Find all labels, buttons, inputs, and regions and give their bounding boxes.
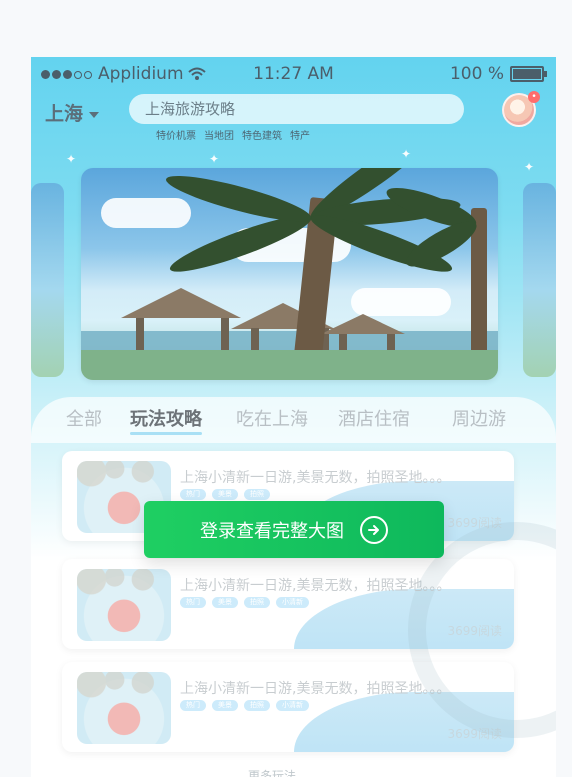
pavilion-roof [121, 288, 241, 318]
tab-nearby[interactable]: 周边游 [452, 405, 506, 431]
article-tag[interactable]: 热门 [180, 597, 206, 608]
status-right: 100 % [449, 64, 547, 84]
article-tag[interactable]: 拍照 [244, 489, 270, 500]
article-title: 上海小清新一日游,美景无数，拍照圣地。。。 [180, 681, 451, 697]
article-tag[interactable]: 小清新 [276, 597, 309, 608]
article-tag[interactable]: 美景 [212, 700, 238, 711]
login-button-label: 登录查看完整大图 [200, 520, 344, 542]
battery-percent: 100 % [449, 64, 504, 84]
article-title: 上海小清新一日游,美景无数，拍照圣地。。。 [180, 578, 451, 594]
avatar-icon[interactable]: • [502, 91, 540, 127]
cloud [101, 198, 191, 228]
more-link[interactable]: 更多玩法 [248, 767, 296, 777]
hero-banner[interactable] [81, 168, 498, 380]
tag-specialty[interactable]: 特产 [290, 127, 310, 142]
tag-architecture[interactable]: 特色建筑 [242, 127, 282, 142]
article-tag[interactable]: 美景 [212, 489, 238, 500]
banner-right-preview[interactable] [523, 183, 556, 377]
cloud [351, 288, 451, 316]
city-label: 上海 [45, 103, 84, 125]
sparkle-icon: ✦ [209, 152, 220, 166]
sparkle-icon: ✦ [524, 160, 535, 174]
tag-flight[interactable]: 特价机票 [156, 127, 196, 142]
tag-local-tour[interactable]: 当地团 [204, 127, 234, 142]
city-selector[interactable]: 上海 [45, 99, 100, 126]
sparkle-icon: ✦ [401, 147, 412, 161]
banner-left-preview[interactable] [31, 183, 64, 377]
notification-badge: • [528, 91, 540, 103]
tab-hotels[interactable]: 酒店住宿 [338, 405, 410, 431]
article-title: 上海小清新一日游,美景无数，拍照圣地。。。 [180, 470, 451, 486]
arrow-right-circle-icon [360, 515, 388, 544]
article-tags: 热门 美景 拍照 [180, 489, 380, 500]
tab-food[interactable]: 吃在上海 [236, 405, 308, 431]
article-thumbnail [77, 672, 171, 744]
login-view-full-button[interactable]: 登录查看完整大图 [144, 501, 444, 558]
article-tag[interactable]: 拍照 [244, 597, 270, 608]
sparkle-icon: ✦ [66, 152, 77, 166]
article-tags: 热门 美景 拍照 小清新 [180, 597, 380, 608]
dropdown-caret-icon [89, 111, 100, 118]
tab-guides[interactable]: 玩法攻略 [130, 405, 202, 435]
quick-tags: 特价机票 当地团 特色建筑 特产 [156, 127, 310, 142]
battery-icon [510, 66, 547, 82]
phone-screen: Applidium 11:27 AM 100 % 上海 上海旅游攻略 • 特价机… [31, 57, 556, 777]
pavilion-roof [321, 314, 405, 334]
article-tag[interactable]: 拍照 [244, 700, 270, 711]
article-tag[interactable]: 热门 [180, 700, 206, 711]
search-input[interactable]: 上海旅游攻略 [129, 94, 464, 124]
article-tag[interactable]: 小清新 [276, 700, 309, 711]
tab-all[interactable]: 全部 [66, 405, 102, 431]
article-tag[interactable]: 美景 [212, 597, 238, 608]
status-bar: Applidium 11:27 AM 100 % [31, 57, 556, 89]
grass [81, 350, 498, 380]
article-thumbnail [77, 569, 171, 641]
article-tag[interactable]: 热门 [180, 489, 206, 500]
category-tabs: 全部 玩法攻略 吃在上海 酒店住宿 周边游 [31, 397, 556, 443]
article-tags: 热门 美景 拍照 小清新 [180, 700, 380, 711]
